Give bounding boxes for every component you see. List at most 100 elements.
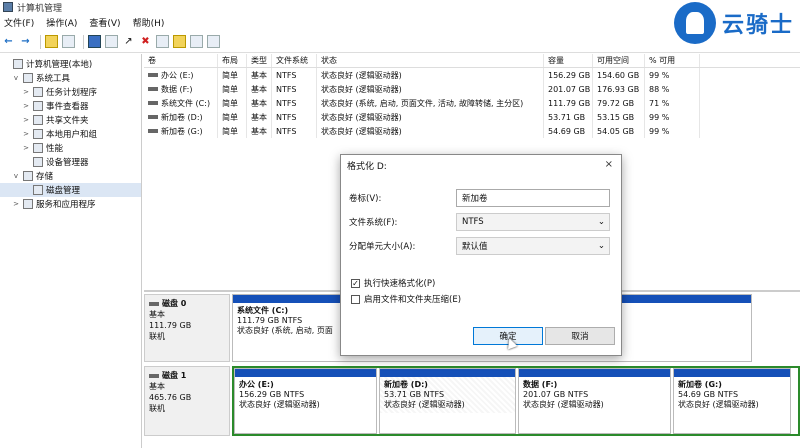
back-icon[interactable]: ← xyxy=(2,35,15,48)
expand-caret-icon[interactable]: > xyxy=(22,144,30,152)
compression-option[interactable]: 启用文件和文件夹压缩(E) xyxy=(351,293,461,305)
properties-icon[interactable] xyxy=(105,35,118,48)
column-header-free-space[interactable]: 可用空间 xyxy=(593,54,645,67)
column-header-percent-free[interactable]: % 可用 xyxy=(645,54,700,67)
cell-text: 系统文件 (C:) xyxy=(161,98,211,108)
cell-text: 54.69 GB xyxy=(548,126,586,136)
column-header-volume[interactable]: 卷 xyxy=(144,54,218,67)
partition-name: 数据 (F:) xyxy=(523,380,558,389)
tree-node-icon xyxy=(23,73,33,83)
partition-status: 状态良好 (逻辑驱动器) xyxy=(523,400,604,409)
compression-label: 启用文件和文件夹压缩(E) xyxy=(364,295,462,305)
expand-caret-icon[interactable]: v xyxy=(12,74,20,82)
table-cell: 新加卷 (D:) xyxy=(144,110,218,124)
connect-icon[interactable]: ↗ xyxy=(122,35,135,48)
disk-1-label[interactable]: 磁盘 1 基本 465.76 GB 联机 xyxy=(144,366,230,436)
table-row[interactable]: 数据 (F:) 简单 基本 NTFS 状态良好 (逻辑驱动器) 201.07 GB 176.… xyxy=(144,82,800,96)
toolbar-divider xyxy=(40,34,41,49)
menu-view[interactable]: 查看(V) xyxy=(89,16,120,29)
tree-node-icon xyxy=(33,87,43,97)
tree-item[interactable]: v 存储 xyxy=(0,169,141,183)
tree-item[interactable]: 计算机管理(本地) xyxy=(0,57,141,71)
filesystem-select[interactable]: NTFS ⌄ xyxy=(456,213,610,231)
tree-item[interactable]: > 性能 xyxy=(0,141,141,155)
tree-item[interactable]: 磁盘管理 xyxy=(0,183,141,197)
cell-text: NTFS xyxy=(276,70,297,80)
tree-item-label: 存储 xyxy=(36,172,54,182)
expand-caret-icon[interactable]: v xyxy=(12,172,20,180)
partition-f[interactable]: 数据 (F:) 201.07 GB NTFS 状态良好 (逻辑驱动器) xyxy=(518,368,671,434)
expand-caret-icon[interactable]: > xyxy=(22,102,30,110)
delete-icon[interactable]: ✖ xyxy=(139,35,152,48)
table-cell: 办公 (E:) xyxy=(144,68,218,82)
partition-e[interactable]: 办公 (E:) 156.29 GB NTFS 状态良好 (逻辑驱动器) xyxy=(234,368,377,434)
menu-help[interactable]: 帮助(H) xyxy=(133,16,165,29)
cell-text: 53.71 GB xyxy=(548,112,586,122)
tree-item[interactable]: > 事件查看器 xyxy=(0,99,141,113)
close-icon[interactable]: × xyxy=(605,159,613,170)
navigation-tree: 计算机管理(本地) v 系统工具 > 任务计划程序 > 事件查看器 > 共享文件夹 > 本地用户和组… xyxy=(0,54,142,448)
column-header-layout[interactable]: 布局 xyxy=(218,54,247,67)
expand-caret-icon[interactable]: > xyxy=(22,130,30,138)
help-icon[interactable] xyxy=(88,35,101,48)
menu-file[interactable]: 文件(F) xyxy=(4,16,34,29)
disk-0-status: 联机 xyxy=(149,332,165,341)
volume-label-input[interactable]: 新加卷 xyxy=(456,189,610,207)
column-header-filesystem[interactable]: 文件系统 xyxy=(272,54,317,67)
open-icon[interactable] xyxy=(173,35,186,48)
disk-0-label[interactable]: 磁盘 0 基本 111.79 GB 联机 xyxy=(144,294,230,362)
up-folder-icon[interactable] xyxy=(45,35,58,48)
quick-format-checkbox[interactable]: ✓ xyxy=(351,278,360,288)
allocation-select[interactable]: 默认值 ⌄ xyxy=(456,237,610,255)
cell-text: 数据 (F:) xyxy=(161,84,193,94)
disk-1-status: 联机 xyxy=(149,404,165,413)
table-cell: 数据 (F:) xyxy=(144,82,218,96)
tree-item-label: 事件查看器 xyxy=(46,102,89,112)
partition-d[interactable]: 新加卷 (D:) 53.71 GB NTFS 状态良好 (逻辑驱动器) xyxy=(379,368,516,434)
expand-caret-icon[interactable]: > xyxy=(12,200,20,208)
tree-item[interactable]: > 任务计划程序 xyxy=(0,85,141,99)
partition-g[interactable]: 新加卷 (G:) 54.69 GB NTFS 状态良好 (逻辑驱动器) xyxy=(673,368,791,434)
forward-icon[interactable]: → xyxy=(19,35,32,48)
table-cell: 53.71 GB xyxy=(544,110,593,124)
table-row[interactable]: 办公 (E:) 简单 基本 NTFS 状态良好 (逻辑驱动器) 156.29 GB 154.… xyxy=(144,68,800,82)
search-icon[interactable] xyxy=(190,35,203,48)
filesystem-label: 文件系统(F): xyxy=(349,218,398,228)
table-row[interactable]: 新加卷 (D:) 简单 基本 NTFS 状态良好 (逻辑驱动器) 53.71 GB 53.1… xyxy=(144,110,800,124)
menu-action[interactable]: 操作(A) xyxy=(46,16,77,29)
check-icon[interactable] xyxy=(156,35,169,48)
volume-icon xyxy=(148,129,158,133)
expand-caret-icon[interactable]: > xyxy=(22,116,30,124)
allocation-value: 默认值 xyxy=(462,242,488,252)
tree-item[interactable]: > 共享文件夹 xyxy=(0,113,141,127)
tree-item[interactable]: v 系统工具 xyxy=(0,71,141,85)
expand-caret-icon[interactable]: > xyxy=(22,88,30,96)
cell-text: 71 % xyxy=(649,98,670,108)
table-row[interactable]: 系统文件 (C:) 简单 基本 NTFS 状态良好 (系统, 启动, 页面文件, 活动,… xyxy=(144,96,800,110)
column-header-status[interactable]: 状态 xyxy=(317,54,544,67)
column-header-capacity[interactable]: 容量 xyxy=(544,54,593,67)
show-hide-tree-icon[interactable] xyxy=(62,35,75,48)
disk-1-row: 磁盘 1 基本 465.76 GB 联机 办公 (E:) 156.29 GB N… xyxy=(144,366,800,436)
table-row[interactable]: 新加卷 (G:) 简单 基本 NTFS 状态良好 (逻辑驱动器) 54.69 GB 54.0… xyxy=(144,124,800,138)
tree-item[interactable]: > 本地用户和组 xyxy=(0,127,141,141)
compression-checkbox[interactable] xyxy=(351,294,360,304)
cancel-button[interactable]: 取消 xyxy=(545,327,615,345)
disk-icon xyxy=(149,374,159,378)
partition-status: 状态良好 (逻辑驱动器) xyxy=(678,400,759,409)
tree-item[interactable]: > 服务和应用程序 xyxy=(0,197,141,211)
disk-0-name: 磁盘 0 xyxy=(162,299,187,308)
volume-icon xyxy=(148,101,158,105)
table-cell: 系统文件 (C:) xyxy=(144,96,218,110)
table-cell: NTFS xyxy=(272,96,317,110)
cell-text: 基本 xyxy=(251,84,267,94)
filesystem-value: NTFS xyxy=(462,217,484,227)
tree-item[interactable]: 设备管理器 xyxy=(0,155,141,169)
quick-format-option[interactable]: ✓ 执行快速格式化(P) xyxy=(351,277,435,289)
partition-size: 156.29 GB NTFS xyxy=(239,390,305,399)
chevron-down-icon: ⌄ xyxy=(597,217,605,227)
cell-text: NTFS xyxy=(276,98,297,108)
view-icon[interactable] xyxy=(207,35,220,48)
column-header-type[interactable]: 类型 xyxy=(247,54,272,67)
table-cell: 79.72 GB xyxy=(593,96,645,110)
